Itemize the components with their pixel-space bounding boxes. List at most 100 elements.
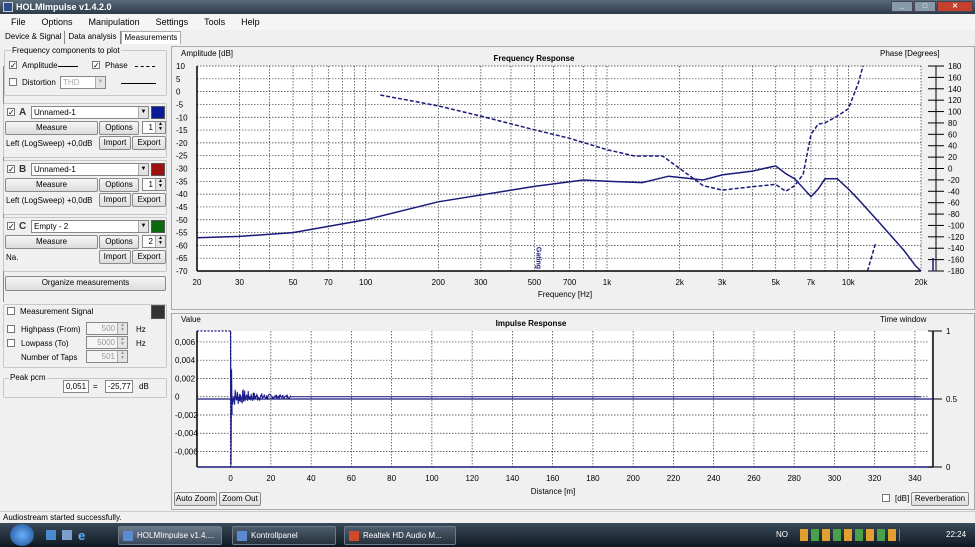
impulse-xtick-label: 280 — [787, 474, 801, 483]
auto-zoom-button[interactable]: Auto Zoom — [174, 492, 217, 506]
db-checkbox[interactable] — [882, 494, 890, 502]
taskbar-item-label: HOLMImpulse v1.4.... — [137, 531, 215, 540]
freq-xtick-label: 200 — [432, 278, 446, 287]
freq-ytick-label: -30 — [176, 165, 188, 174]
impulse-xtick-label: 300 — [828, 474, 842, 483]
impulse-title: Impulse Response — [496, 319, 567, 328]
freq-xtick-label: 5k — [771, 278, 780, 287]
freq-xtick-label: 1k — [603, 278, 612, 287]
taskbar-item-label: Realtek HD Audio M... — [363, 531, 442, 540]
freq-ytick-label: -40 — [176, 190, 188, 199]
impulse-xtick-label: 140 — [506, 474, 520, 483]
system-tray-icons[interactable] — [800, 529, 900, 541]
freq-ytick-label: -20 — [176, 139, 188, 148]
impulse-xtick-label: 60 — [347, 474, 356, 483]
show-desktop-icon[interactable] — [46, 530, 56, 540]
impulse-xtick-label: 120 — [465, 474, 479, 483]
charts-canvas[interactable]: 1050-5-10-15-20-25-30-35-40-45-50-55-60-… — [0, 0, 975, 511]
reverberation-button[interactable]: Reverberation — [911, 492, 969, 506]
status-bar: Audiostream started successfully. — [0, 511, 975, 523]
impulse-ytick-label: 0 — [175, 393, 180, 402]
freq-xtick-label: 20k — [915, 278, 929, 287]
freq-ylabel: Amplitude [dB] — [181, 49, 233, 58]
impulse-ytick-label: 0,002 — [175, 374, 196, 383]
freq-xtick-label: 7k — [807, 278, 816, 287]
clock: 22:24 — [946, 530, 967, 539]
internet-explorer-icon[interactable]: e — [78, 528, 85, 543]
impulse-xtick-label: 260 — [747, 474, 761, 483]
impulse-xtick-label: 200 — [626, 474, 640, 483]
freq-ytick-label: -35 — [176, 177, 188, 186]
freq-ytick-label: -25 — [176, 152, 188, 161]
freq-xtick-label: 100 — [359, 278, 373, 287]
switch-windows-icon[interactable] — [62, 530, 72, 540]
freq-xtick-label: 700 — [563, 278, 577, 287]
impulse-xlabel: Distance [m] — [531, 487, 575, 496]
freq-xtick-label: 3k — [718, 278, 727, 287]
impulse-xtick-label: 220 — [667, 474, 681, 483]
time-window-label: Time window — [880, 315, 927, 324]
freq-ytick-label: -55 — [176, 229, 188, 238]
db-label: [dB] — [895, 494, 910, 503]
phase-tick-label: -120 — [948, 233, 965, 242]
freq-xtick-label: 10k — [842, 278, 856, 287]
phase-tick-label: -160 — [948, 256, 965, 265]
phase-tick-label: -20 — [948, 176, 960, 185]
freq-ytick-label: -5 — [176, 100, 184, 109]
freq-ytick-label: -70 — [176, 267, 188, 276]
phase-tick-label: 0 — [948, 165, 953, 174]
freq-ytick-label: -10 — [176, 113, 188, 122]
freq-ytick-label: -45 — [176, 203, 188, 212]
phase-ylabel: Phase [Degrees] — [880, 49, 940, 58]
taskbar: e HOLMImpulse v1.4.... Kontrollpanel Rea… — [0, 523, 975, 547]
taskbar-item-holmimpulse[interactable]: HOLMImpulse v1.4.... — [118, 526, 222, 545]
phase-tick-label: 60 — [948, 130, 957, 139]
taskbar-item-kontrollpanel[interactable]: Kontrollpanel — [232, 526, 336, 545]
phase-tick-label: 140 — [948, 85, 962, 94]
impulse-ylabel: Value — [181, 315, 201, 324]
phase-tick-label: 100 — [948, 108, 962, 117]
impulse-ytick-label: 0,006 — [175, 338, 196, 347]
phase-tick-label: 40 — [948, 142, 957, 151]
freq-ytick-label: 10 — [176, 62, 185, 71]
freq-xtick-label: 70 — [324, 278, 333, 287]
freq-xtick-label: 2k — [675, 278, 684, 287]
impulse-xtick-label: 100 — [425, 474, 439, 483]
impulse-xtick-label: 240 — [707, 474, 721, 483]
phase-tick-label: 80 — [948, 119, 957, 128]
impulse-ytick-label: -0,002 — [175, 411, 198, 420]
phase-tick-label: 160 — [948, 73, 962, 82]
time-window-tick-label: 0 — [946, 463, 951, 472]
phase-tick-label: -80 — [948, 210, 960, 219]
freq-xtick-label: 20 — [193, 278, 202, 287]
freq-title: Frequency Response — [494, 54, 575, 63]
freq-xtick-label: 50 — [289, 278, 298, 287]
zoom-out-button[interactable]: Zoom Out — [219, 492, 261, 506]
gating-marker: Gating — [534, 247, 541, 269]
phase-tick-label: 180 — [948, 62, 962, 71]
freq-xtick-label: 500 — [528, 278, 542, 287]
freq-ytick-label: 5 — [176, 75, 181, 84]
freq-ytick-label: 0 — [176, 88, 181, 97]
impulse-xtick-label: 40 — [307, 474, 316, 483]
impulse-xtick-label: 0 — [228, 474, 233, 483]
impulse-xtick-label: 320 — [868, 474, 882, 483]
freq-xtick-label: 30 — [235, 278, 244, 287]
freq-ytick-label: -65 — [176, 254, 188, 263]
time-window-tick-label: 0.5 — [946, 395, 958, 404]
impulse-xtick-label: 340 — [908, 474, 922, 483]
freq-ytick-label: -60 — [176, 241, 188, 250]
impulse-xtick-label: 160 — [546, 474, 560, 483]
phase-tick-label: -40 — [948, 187, 960, 196]
phase-tick-label: 20 — [948, 153, 957, 162]
taskbar-item-realtek[interactable]: Realtek HD Audio M... — [344, 526, 456, 545]
freq-xtick-label: 300 — [474, 278, 488, 287]
phase-tick-label: -140 — [948, 244, 965, 253]
language-indicator[interactable]: NO — [776, 530, 788, 539]
impulse-xtick-label: 180 — [586, 474, 600, 483]
phase-tick-label: -100 — [948, 221, 965, 230]
phase-tick-label: 120 — [948, 96, 962, 105]
impulse-xtick-label: 80 — [387, 474, 396, 483]
impulse-ytick-label: -0,006 — [175, 447, 198, 456]
start-button[interactable] — [10, 524, 34, 546]
